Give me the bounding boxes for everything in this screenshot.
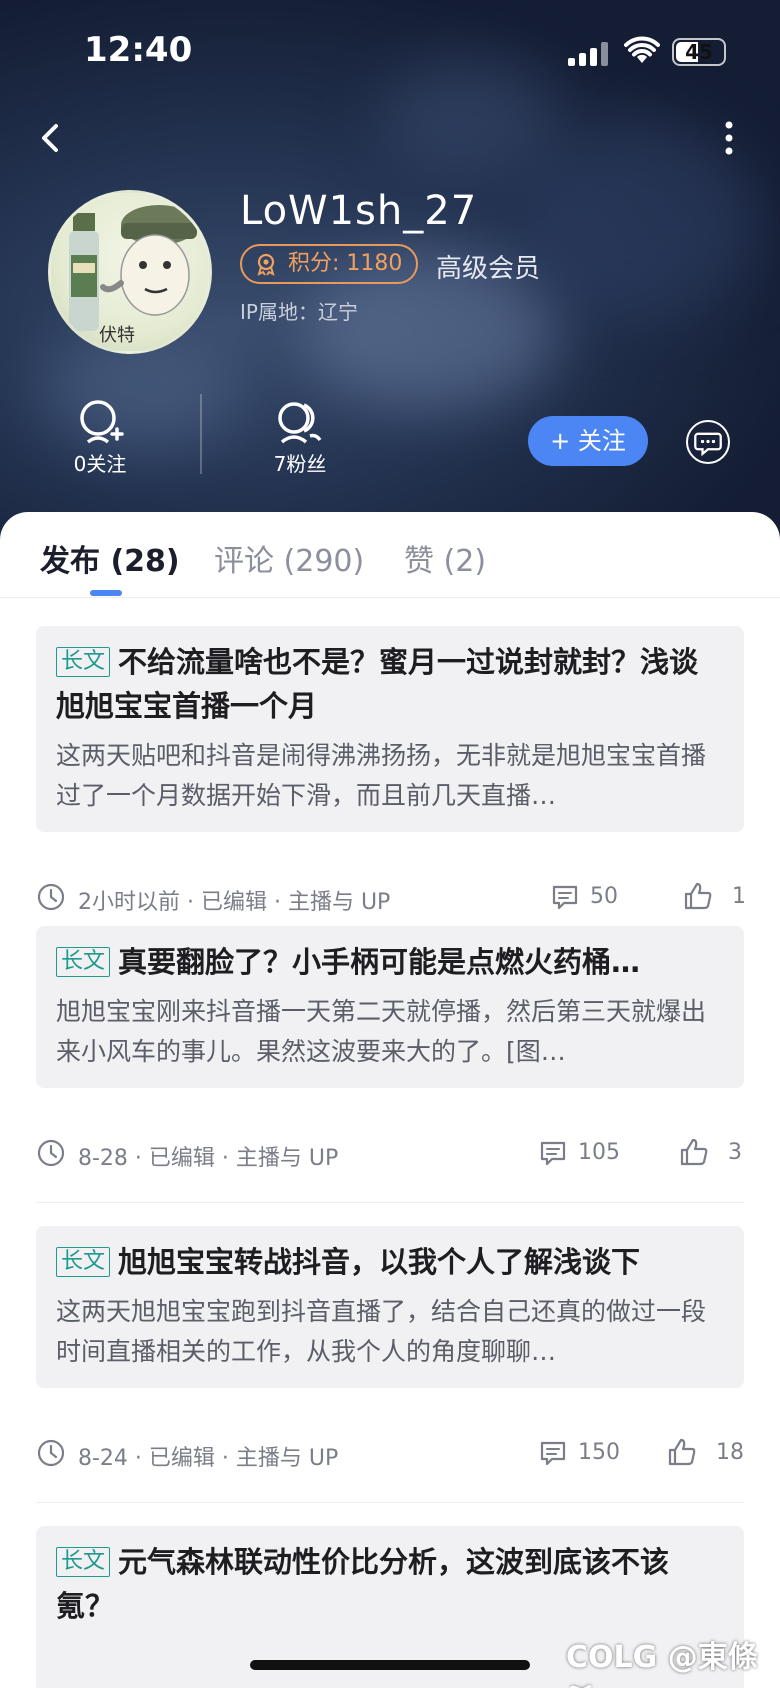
like-icon[interactable] (666, 1436, 698, 1468)
post-title-text: 元气森林联动性价比分析，这波到底该不该氪？ (56, 1545, 670, 1623)
followers-count: 7粉丝 (273, 452, 327, 476)
post-separator (36, 1502, 744, 1503)
avatar-caption: 伏特 (99, 325, 135, 346)
medal-icon (257, 253, 275, 276)
tab-comments[interactable]: 评论 (290) (214, 536, 364, 580)
comment-count: 105 (578, 1140, 620, 1165)
stats-divider (200, 394, 202, 474)
clock-icon (37, 1139, 65, 1167)
followers-stat[interactable]: 7粉丝 (240, 398, 360, 477)
post-item[interactable]: 长文 真要翻脸了？小手柄可能是点燃火药桶… 旭旭宝宝刚来抖音播一天第二天就停播，然… (36, 926, 744, 1203)
comment-icon[interactable] (550, 882, 580, 912)
points-label: 积分: 1180 (288, 251, 403, 276)
comment-count: 150 (578, 1440, 620, 1465)
post-meta: 2小时以前 · 已编辑 · 主播与 UP 50 1 (36, 878, 746, 918)
post-title[interactable]: 长文 真要翻脸了？小手柄可能是点燃火药桶… (56, 940, 724, 984)
post-tag: 长文 (56, 1547, 111, 1577)
followers-icon (278, 402, 322, 444)
more-options-button[interactable] (714, 118, 744, 158)
watermark: COLG @東條希 (566, 1640, 758, 1688)
post-tag: 长文 (56, 1247, 111, 1277)
status-time: 12:40 (84, 30, 193, 70)
post-title[interactable]: 长文 元气森林联动性价比分析，这波到底该不该氪？ (56, 1540, 724, 1628)
post-meta: 8-24 · 已编辑 · 主播与 UP 150 18 (36, 1434, 744, 1474)
cellular-signal-icon (568, 42, 610, 66)
points-badge[interactable]: 积分: 1180 (240, 244, 419, 284)
battery-level: 45 (685, 40, 713, 64)
status-bar: 12:40 45 (0, 0, 780, 100)
content-panel: 发布 (28) 评论 (290) 赞 (2) 长文 不给流量啥也不是？蜜月一过说封… (0, 512, 780, 1688)
message-button[interactable] (686, 420, 730, 464)
member-level: 高级会员 (436, 254, 541, 284)
post-excerpt: 旭旭宝宝刚来抖音播一天第二天就停播，然后第三天就爆出来小风车的事儿。果然这波要来… (56, 997, 707, 1066)
post-title-text: 真要翻脸了？小手柄可能是点燃火药桶… (118, 945, 641, 979)
back-button[interactable] (30, 118, 70, 158)
post-separator (36, 1202, 744, 1203)
post-title[interactable]: 长文 不给流量啥也不是？蜜月一过说封就封？浅谈旭旭宝宝首播一个月 (56, 640, 724, 728)
post-excerpt: 这两天贴吧和抖音是闹得沸沸扬扬，无非就是旭旭宝宝首播过了一个月数据开始下滑，而且… (56, 741, 707, 810)
post-item[interactable]: 长文 不给流量啥也不是？蜜月一过说封就封？浅谈旭旭宝宝首播一个月 这两天贴吧和抖音… (36, 626, 746, 947)
post-item[interactable]: 长文 旭旭宝宝转战抖音，以我个人了解浅谈下 这两天旭旭宝宝跑到抖音直播了，结合自己… (36, 1226, 744, 1503)
post-meta-text: 2小时以前 · 已编辑 · 主播与 UP (78, 890, 391, 915)
post-meta: 8-28 · 已编辑 · 主播与 UP 105 3 (36, 1134, 744, 1174)
wifi-icon (624, 36, 660, 63)
like-icon[interactable] (682, 880, 714, 912)
active-tab-indicator (90, 590, 122, 596)
avatar[interactable]: 伏特 (48, 190, 212, 354)
clock-icon (37, 883, 65, 911)
like-count: 18 (716, 1440, 744, 1465)
home-indicator[interactable] (250, 1660, 530, 1670)
post-title-text: 不给流量啥也不是？蜜月一过说封就封？浅谈旭旭宝宝首播一个月 (56, 645, 699, 723)
post-card[interactable]: 长文 真要翻脸了？小手柄可能是点燃火药桶… 旭旭宝宝刚来抖音播一天第二天就停播，然… (36, 926, 744, 1088)
battery-icon: 45 (672, 38, 726, 66)
post-title-text: 旭旭宝宝转战抖音，以我个人了解浅谈下 (118, 1245, 641, 1279)
post-tag: 长文 (56, 947, 111, 977)
post-title[interactable]: 长文 旭旭宝宝转战抖音，以我个人了解浅谈下 (56, 1240, 724, 1284)
following-count: 0关注 (73, 452, 127, 476)
like-count: 1 (732, 884, 746, 909)
post-meta-text: 8-28 · 已编辑 · 主播与 UP (78, 1146, 339, 1171)
tab-likes[interactable]: 赞 (2) (404, 536, 486, 580)
post-card[interactable]: 长文 旭旭宝宝转战抖音，以我个人了解浅谈下 这两天旭旭宝宝跑到抖音直播了，结合自己… (36, 1226, 744, 1388)
ip-location: IP属地：辽宁 (240, 300, 358, 324)
follow-button[interactable]: + 关注 (528, 416, 648, 466)
comment-icon[interactable] (538, 1138, 568, 1168)
comment-icon[interactable] (538, 1438, 568, 1468)
like-count: 3 (728, 1140, 742, 1165)
post-card[interactable]: 长文 不给流量啥也不是？蜜月一过说封就封？浅谈旭旭宝宝首播一个月 这两天贴吧和抖音… (36, 626, 744, 832)
clock-icon (37, 1439, 65, 1467)
following-icon (80, 400, 124, 444)
post-excerpt: 这两天旭旭宝宝跑到抖音直播了，结合自己还真的做过一段时间直播相关的工作，从我个人… (56, 1297, 707, 1366)
username: LoW1sh_27 (240, 188, 478, 234)
post-meta-text: 8-24 · 已编辑 · 主播与 UP (78, 1446, 339, 1471)
following-stat[interactable]: 0关注 (40, 398, 160, 477)
post-tag: 长文 (56, 647, 111, 677)
tab-bar: 发布 (28) 评论 (290) 赞 (2) (0, 512, 780, 598)
tab-posts[interactable]: 发布 (28) (40, 536, 180, 580)
comment-count: 50 (590, 884, 618, 909)
like-icon[interactable] (678, 1136, 710, 1168)
